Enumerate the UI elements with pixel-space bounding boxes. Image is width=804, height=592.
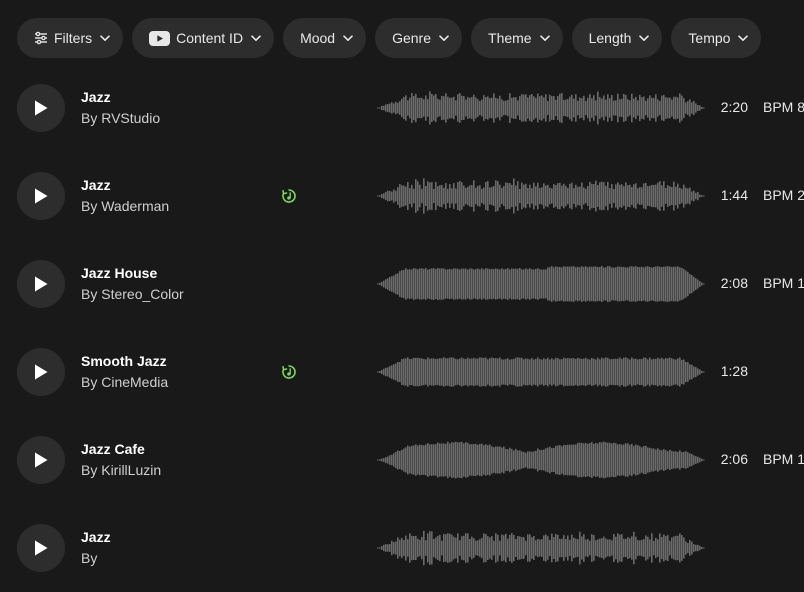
track-row[interactable]: Jazz By Waderman 1:44 BPM 20 — [0, 152, 804, 240]
chevron-down-icon — [539, 34, 550, 42]
filter-chip-mood[interactable]: Mood — [283, 18, 367, 58]
chevron-down-icon — [738, 34, 749, 42]
play-icon — [35, 188, 48, 204]
play-icon — [35, 276, 48, 292]
track-artist[interactable]: By Stereo_Color — [81, 286, 184, 302]
track-title[interactable]: Smooth Jazz — [81, 353, 167, 369]
track-duration: 1:28 — [720, 363, 748, 379]
play-icon — [35, 540, 48, 556]
play-icon — [35, 364, 48, 380]
chevron-down-icon — [251, 34, 261, 42]
track-title[interactable]: Jazz House — [81, 265, 157, 281]
play-icon — [35, 452, 48, 468]
track-bpm: BPM 120 — [763, 451, 804, 467]
track-row[interactable]: Smooth Jazz By CineMedia 1:28 — [0, 328, 804, 416]
sliders-icon — [34, 31, 48, 45]
track-artist[interactable]: By RVStudio — [81, 110, 160, 126]
play-button[interactable] — [17, 436, 65, 484]
filter-chip-length[interactable]: Length — [571, 18, 663, 58]
waveform[interactable] — [377, 174, 705, 218]
filter-chip-filters[interactable]: Filters — [17, 18, 124, 58]
play-button[interactable] — [17, 348, 65, 396]
chevron-down-icon — [639, 34, 650, 42]
track-title[interactable]: Jazz — [81, 177, 111, 193]
track-duration: 2:20 — [720, 99, 748, 115]
track-bpm: BPM 120 — [763, 275, 804, 291]
track-row[interactable]: Jazz House By Stereo_Color 2:08 BPM 120 — [0, 240, 804, 328]
filter-chip-label: Tempo — [688, 30, 731, 46]
play-button[interactable] — [17, 172, 65, 220]
filter-chip-label: Mood — [300, 30, 336, 46]
content-id-icon — [281, 188, 297, 204]
youtube-icon — [149, 30, 171, 46]
filter-chip-label: Theme — [488, 30, 532, 46]
track-row[interactable]: Jazz By RVStudio 2:20 BPM 85 — [0, 64, 804, 152]
filter-bar: Filters Content ID Mood Genre Theme Length Tem… — [17, 18, 762, 58]
chevron-down-icon — [439, 34, 449, 42]
chevron-down-icon — [343, 34, 353, 42]
track-duration: 2:08 — [720, 275, 748, 291]
track-title[interactable]: Jazz — [81, 89, 111, 105]
play-icon — [35, 100, 48, 116]
waveform[interactable] — [377, 438, 705, 482]
track-artist[interactable]: By — [81, 550, 97, 566]
waveform[interactable] — [377, 350, 705, 394]
content-id-icon — [281, 364, 297, 380]
filter-chip-genre[interactable]: Genre — [375, 18, 463, 58]
waveform[interactable] — [377, 526, 705, 570]
track-duration: 2:06 — [720, 451, 748, 467]
filter-chip-theme[interactable]: Theme — [471, 18, 563, 58]
chevron-down-icon — [100, 34, 110, 42]
track-artist[interactable]: By Waderman — [81, 198, 169, 214]
filter-chip-label: Content ID — [176, 30, 244, 46]
track-row[interactable]: Jazz Cafe By KirillLuzin 2:06 BPM 120 — [0, 416, 804, 504]
track-row[interactable]: Jazz By — [0, 504, 804, 592]
track-title[interactable]: Jazz — [81, 529, 111, 545]
filter-chip-label: Length — [588, 30, 632, 46]
filter-chip-tempo[interactable]: Tempo — [671, 18, 762, 58]
play-button[interactable] — [17, 524, 65, 572]
filter-chip-label: Filters — [54, 30, 93, 46]
filter-chip-content-id[interactable]: Content ID — [132, 18, 275, 58]
track-artist[interactable]: By CineMedia — [81, 374, 168, 390]
play-button[interactable] — [17, 260, 65, 308]
play-button[interactable] — [17, 84, 65, 132]
track-artist[interactable]: By KirillLuzin — [81, 462, 161, 478]
track-title[interactable]: Jazz Cafe — [81, 441, 145, 457]
waveform[interactable] — [377, 86, 705, 130]
filter-chip-label: Genre — [392, 30, 432, 46]
track-bpm: BPM 85 — [763, 99, 804, 115]
waveform[interactable] — [377, 262, 705, 306]
track-duration: 1:44 — [720, 187, 748, 203]
track-bpm: BPM 20 — [763, 187, 804, 203]
